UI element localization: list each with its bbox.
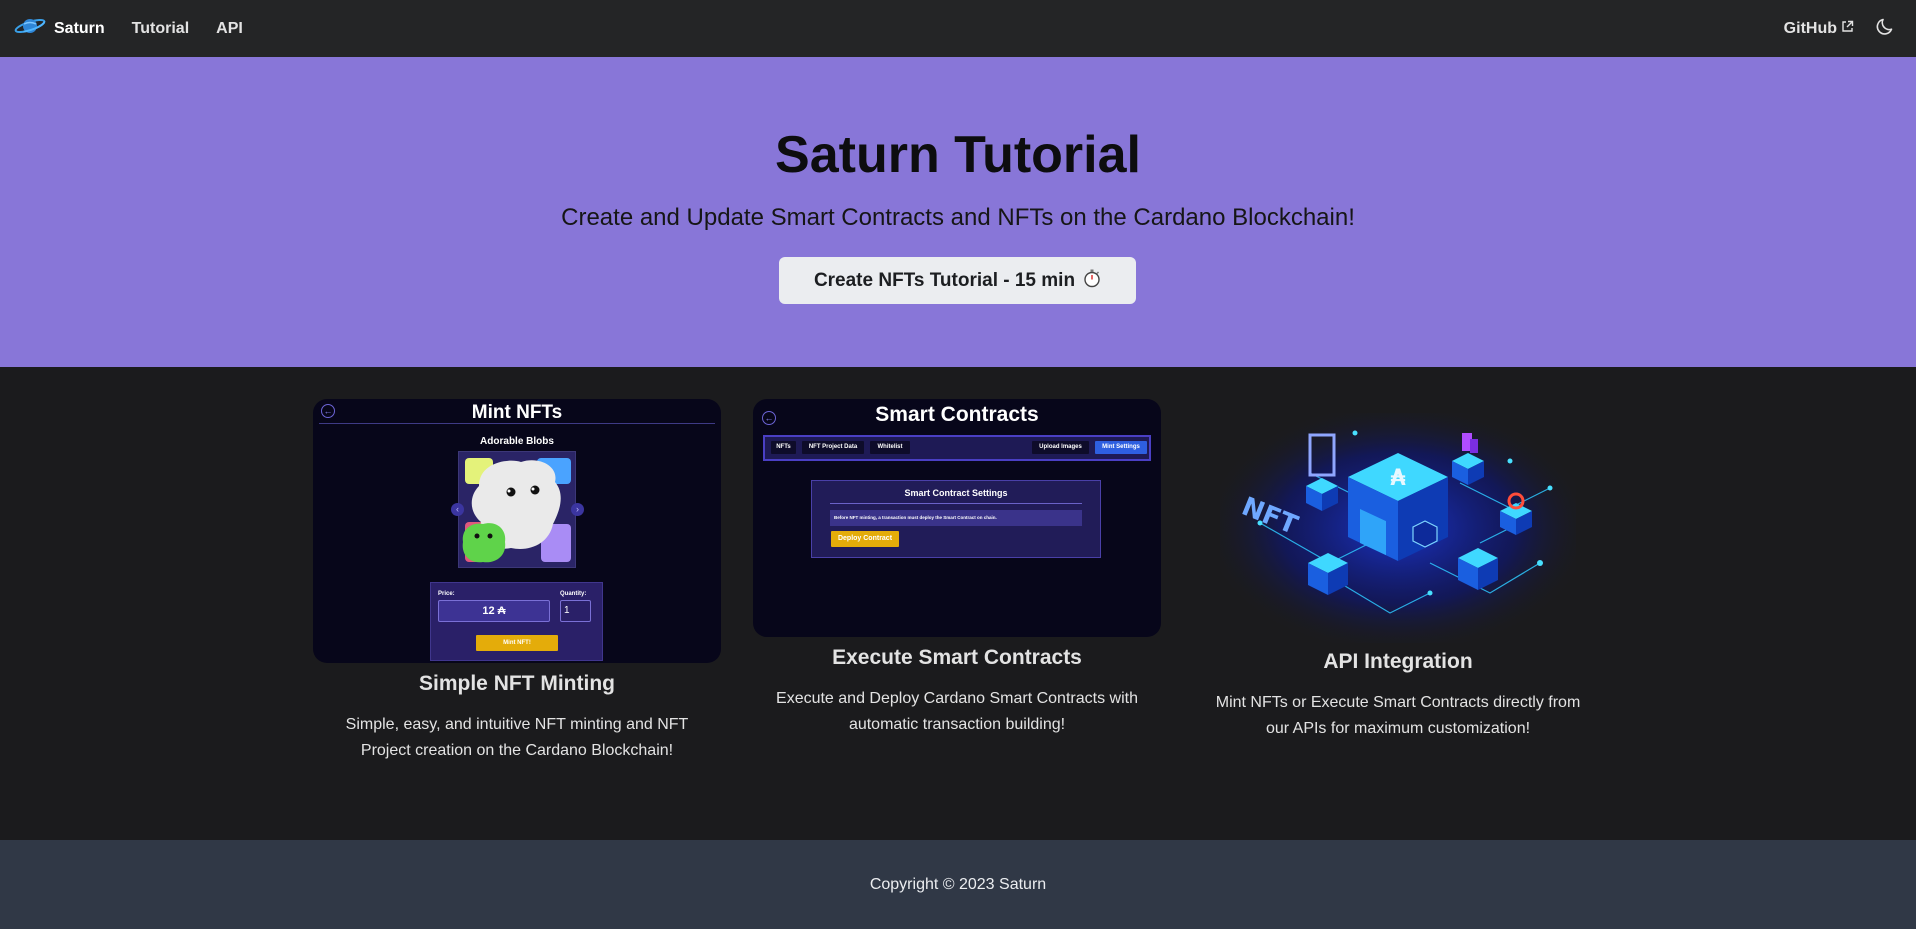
price-label: Price: xyxy=(438,591,455,597)
stopwatch-icon xyxy=(1083,268,1101,294)
mint-nfts-preview: ← Mint NFTs Adorable Blobs ‹ › Price: Qu… xyxy=(313,399,721,663)
moon-icon xyxy=(1876,16,1896,41)
theme-toggle-button[interactable] xyxy=(1870,13,1902,45)
ada-symbol-text: ₳ xyxy=(1390,466,1406,491)
mint-preview-heading: Mint NFTs xyxy=(471,402,563,423)
feature-description: Mint NFTs or Execute Smart Contracts dir… xyxy=(1215,694,1581,737)
cta-label: Create NFTs Tutorial - 15 min xyxy=(813,269,1076,291)
github-label: GitHub xyxy=(1783,19,1837,37)
quantity-label: Quantity: xyxy=(560,591,587,597)
tab-mint-settings[interactable]: Mint Settings xyxy=(1095,441,1147,454)
tab-whitelist[interactable]: Whitelist xyxy=(870,441,910,454)
feature-text-api: API Integration Mint NFTs or Execute Sma… xyxy=(1195,650,1601,742)
mint-form: Price: Quantity: 12 ₳ 1 Mint NFT! xyxy=(430,582,603,661)
feature-description: Execute and Deploy Cardano Smart Contrac… xyxy=(776,690,1138,733)
external-link-icon xyxy=(1841,20,1854,38)
create-nfts-tutorial-button[interactable]: Create NFTs Tutorial - 15 min xyxy=(779,257,1136,304)
sc-tab-bar: NFTs NFT Project Data Whitelist Upload I… xyxy=(763,435,1151,461)
smart-contracts-preview: ← Smart Contracts NFTs NFT Project Data … xyxy=(753,399,1161,637)
feature-title: Execute Smart Contracts xyxy=(832,646,1082,669)
nft-image-frame xyxy=(458,451,576,568)
price-field[interactable]: 12 ₳ xyxy=(438,600,550,622)
brand-name: Saturn xyxy=(54,19,105,37)
copyright-text: Copyright © 2023 Saturn xyxy=(869,876,1047,893)
brand-link[interactable]: Saturn xyxy=(14,15,105,42)
quantity-field[interactable]: 1 xyxy=(560,600,591,622)
carousel-next-button[interactable]: › xyxy=(571,503,584,516)
feature-text-smart-contracts: Execute Smart Contracts Execute and Depl… xyxy=(753,646,1161,738)
feature-description: Simple, easy, and intuitive NFT minting … xyxy=(345,716,689,759)
feature-title: Simple NFT Minting xyxy=(419,672,615,695)
api-isometric-illustration: ₳ NFT xyxy=(1220,413,1576,643)
tab-nft-project-data[interactable]: NFT Project Data xyxy=(802,441,864,454)
mint-project-name: Adorable Blobs xyxy=(480,436,554,447)
hero-title: Saturn Tutorial xyxy=(775,126,1141,184)
saturn-planet-icon xyxy=(14,15,46,42)
blob-nft-image xyxy=(459,452,575,567)
tab-nfts[interactable]: NFTs xyxy=(771,441,796,454)
github-link[interactable]: GitHub xyxy=(1784,20,1854,38)
sc-card-title: Smart Contract Settings xyxy=(904,488,1008,498)
hero-subtitle: Create and Update Smart Contracts and NF… xyxy=(561,204,1355,231)
nav-link-api[interactable]: API xyxy=(216,20,243,38)
nav-link-tutorial[interactable]: Tutorial xyxy=(132,20,189,38)
tab-upload-images[interactable]: Upload Images xyxy=(1032,441,1089,454)
navbar: Saturn Tutorial API GitHub xyxy=(0,0,1916,57)
carousel-prev-button[interactable]: ‹ xyxy=(451,503,464,516)
sc-deploy-note: Before NFT minting, a transaction must d… xyxy=(830,510,1082,526)
mint-divider xyxy=(319,423,715,424)
hero-banner: Saturn Tutorial Create and Update Smart … xyxy=(0,57,1916,367)
feature-text-minting: Simple NFT Minting Simple, easy, and int… xyxy=(313,672,721,764)
sc-preview-heading: Smart Contracts xyxy=(875,403,1039,426)
feature-title: API Integration xyxy=(1323,650,1473,673)
footer: Copyright © 2023 Saturn xyxy=(0,840,1916,929)
deploy-contract-button[interactable]: Deploy Contract xyxy=(831,531,899,547)
mint-nft-button[interactable]: Mint NFT! xyxy=(476,635,558,651)
sc-settings-card: Smart Contract Settings Before NFT minti… xyxy=(811,480,1101,558)
sc-card-divider xyxy=(830,503,1082,504)
navbar-right: GitHub xyxy=(1784,13,1902,45)
